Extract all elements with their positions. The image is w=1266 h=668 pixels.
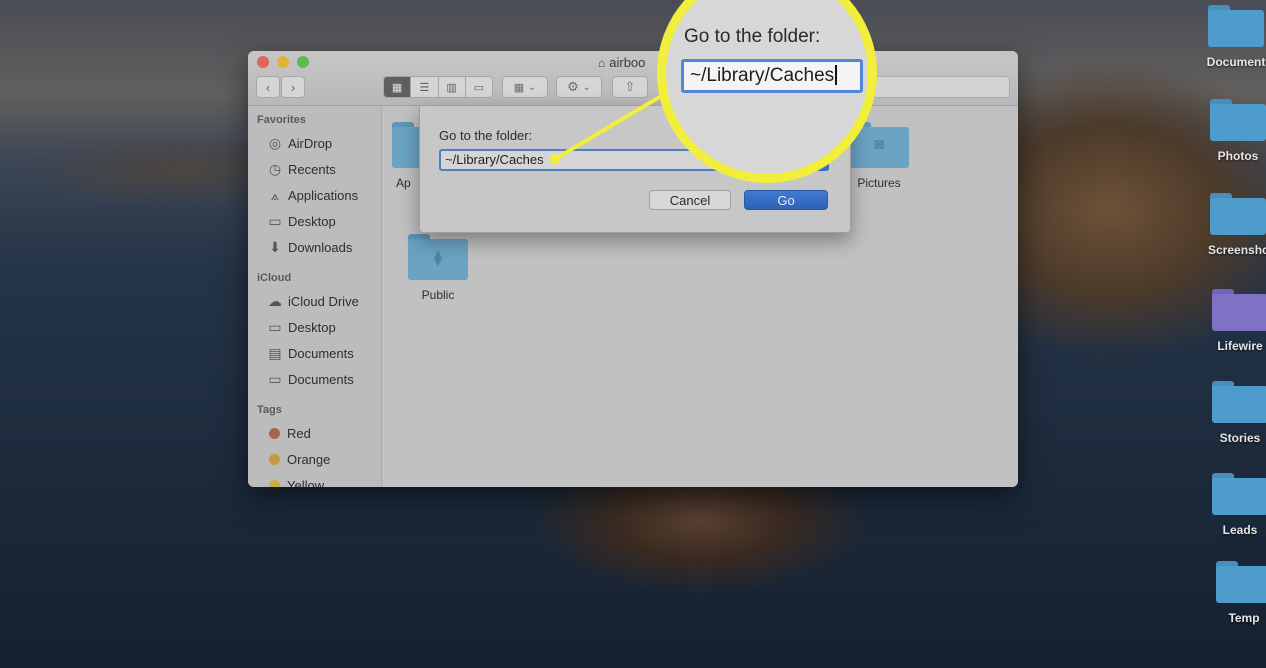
desktop-item-screenshots[interactable]: Screensho: [1208, 193, 1266, 257]
cancel-button[interactable]: Cancel: [649, 190, 731, 210]
sidebar-item-tag-orange[interactable]: Orange: [248, 446, 381, 472]
sidebar-item-recents[interactable]: ◷ Recents: [248, 156, 381, 182]
gear-icon: ⚙: [567, 79, 579, 94]
group-button[interactable]: ▦ ⌄: [502, 76, 548, 98]
magnified-path-input: ~/Library/Caches: [681, 59, 863, 93]
desktop-item-lifewire[interactable]: Lifewire: [1210, 289, 1266, 353]
folder-icon: ▭: [268, 370, 282, 387]
cloud-icon: ☁: [268, 292, 282, 309]
column-view-button[interactable]: ▥: [438, 77, 466, 97]
desktop-item-label: Stories: [1219, 431, 1261, 445]
folder-item-label: Public: [421, 288, 455, 302]
sidebar-item-label: Documents: [288, 345, 354, 361]
sidebar-item-label: Documents: [288, 371, 354, 387]
tag-dot-icon: [269, 427, 280, 439]
sidebar-item-downloads[interactable]: ⬇ Downloads: [248, 234, 381, 260]
airdrop-icon: ◎: [268, 134, 282, 151]
sidebar-item-label: Downloads: [288, 239, 353, 255]
forward-button[interactable]: ›: [281, 76, 305, 98]
sidebar-item-applications[interactable]: ⟑ Applications: [248, 182, 381, 208]
folder-icon: [1208, 5, 1264, 47]
text-cursor: [835, 65, 838, 85]
sidebar-item-desktop[interactable]: ▭ Desktop: [248, 208, 381, 234]
sidebar-item-label: Desktop: [288, 319, 336, 335]
gallery-view-button[interactable]: ▭: [465, 77, 492, 97]
back-button[interactable]: ‹: [256, 76, 280, 98]
desktop-icon: ▭: [268, 212, 282, 229]
public-folder-icon: ⧫: [408, 234, 468, 280]
group-icon: ▦: [513, 81, 525, 94]
desktop-item-label: Lifewire: [1217, 339, 1263, 353]
sidebar-item-label: AirDrop: [288, 135, 333, 151]
chevron-down-icon: ⌄: [527, 81, 537, 93]
folder-icon: [1212, 381, 1266, 423]
icon-view-button[interactable]: ▦: [384, 77, 412, 97]
sidebar-item-label: Yellow: [287, 477, 325, 488]
sidebar-item-label: iCloud Drive: [288, 293, 359, 309]
close-button[interactable]: [257, 56, 269, 68]
sidebar-item-label: Desktop: [288, 213, 336, 229]
go-button[interactable]: Go: [744, 190, 828, 210]
maximize-button[interactable]: [297, 56, 309, 68]
dialog-label: Go to the folder:: [439, 128, 533, 143]
sidebar-item-label: Applications: [288, 187, 359, 203]
folder-path-value: ~/Library/Caches: [445, 152, 544, 167]
applications-icon: ⟑: [270, 186, 280, 203]
minimize-button[interactable]: [277, 56, 289, 68]
desktop-icon: ▭: [268, 318, 282, 335]
sidebar-item-icloud-documents[interactable]: ▤ Documents: [248, 340, 381, 366]
window-toolbar: ⌂ airboo ‹ › ▦ ☰ ▥ ▭ ▦ ⌄ ⚙ ⌄ ⇧: [248, 51, 1018, 106]
window-title-text: airboo: [609, 55, 646, 70]
document-icon: ▤: [268, 344, 282, 361]
folder-icon: [1210, 193, 1266, 235]
desktop-item-label: Photos: [1217, 149, 1259, 163]
folder-icon: [1216, 561, 1266, 603]
sidebar-item-icloud-desktop[interactable]: ▭ Desktop: [248, 314, 381, 340]
list-view-button[interactable]: ☰: [411, 77, 439, 97]
sidebar-heading-tags: Tags: [257, 404, 282, 416]
share-icon: ⇧: [624, 79, 636, 94]
tag-dot-icon: [269, 453, 280, 465]
sidebar-item-tag-red[interactable]: Red: [248, 420, 381, 446]
view-mode-control: ▦ ☰ ▥ ▭: [383, 76, 493, 98]
sidebar: Favorites ◎ AirDrop ◷ Recents ⟑ Application…: [248, 106, 382, 487]
chevron-down-icon: ⌄: [582, 81, 591, 93]
desktop-item-label: Document: [1206, 55, 1266, 69]
sidebar-item-label: Orange: [287, 451, 331, 467]
desktop-item-label: Leads: [1222, 523, 1258, 537]
share-button[interactable]: ⇧: [612, 76, 648, 98]
sidebar-item-label: Recents: [288, 161, 336, 177]
chevron-left-icon: ‹: [265, 79, 271, 95]
magnified-label: Go to the folder:: [684, 26, 821, 47]
home-icon: ⌂: [598, 56, 606, 70]
chevron-right-icon: ›: [290, 79, 296, 95]
desktop-item-documents[interactable]: Document: [1206, 5, 1266, 69]
sidebar-item-label: Red: [287, 425, 311, 441]
sidebar-item-tag-yellow[interactable]: Yellow: [248, 472, 381, 487]
folder-icon: [1210, 99, 1266, 141]
magnified-path-value: ~/Library/Caches: [690, 65, 835, 86]
desktop-item-label: Temp: [1228, 611, 1260, 625]
desktop-item-stories[interactable]: Stories: [1210, 381, 1266, 445]
folder-item-public[interactable]: ⧫ Public: [393, 234, 483, 302]
desktop-item-label: Screensho: [1208, 243, 1266, 257]
download-icon: ⬇: [269, 238, 281, 255]
folder-icon: [1212, 473, 1266, 515]
sidebar-item-documents[interactable]: ▭ Documents: [248, 366, 381, 392]
sidebar-item-icloud-drive[interactable]: ☁ iCloud Drive: [248, 288, 381, 314]
desktop-item-leads[interactable]: Leads: [1210, 473, 1266, 537]
desktop-item-photos[interactable]: Photos: [1208, 99, 1266, 163]
window-title: ⌂ airboo: [598, 55, 645, 70]
sidebar-item-airdrop[interactable]: ◎ AirDrop: [248, 130, 381, 156]
desktop-item-temp[interactable]: Temp: [1214, 561, 1266, 625]
tag-dot-icon: [269, 479, 280, 487]
action-button[interactable]: ⚙ ⌄: [556, 76, 602, 98]
sidebar-heading-favorites: Favorites: [257, 114, 306, 126]
sidebar-heading-icloud: iCloud: [257, 272, 292, 284]
folder-icon: [1212, 289, 1266, 331]
clock-icon: ◷: [268, 160, 282, 177]
